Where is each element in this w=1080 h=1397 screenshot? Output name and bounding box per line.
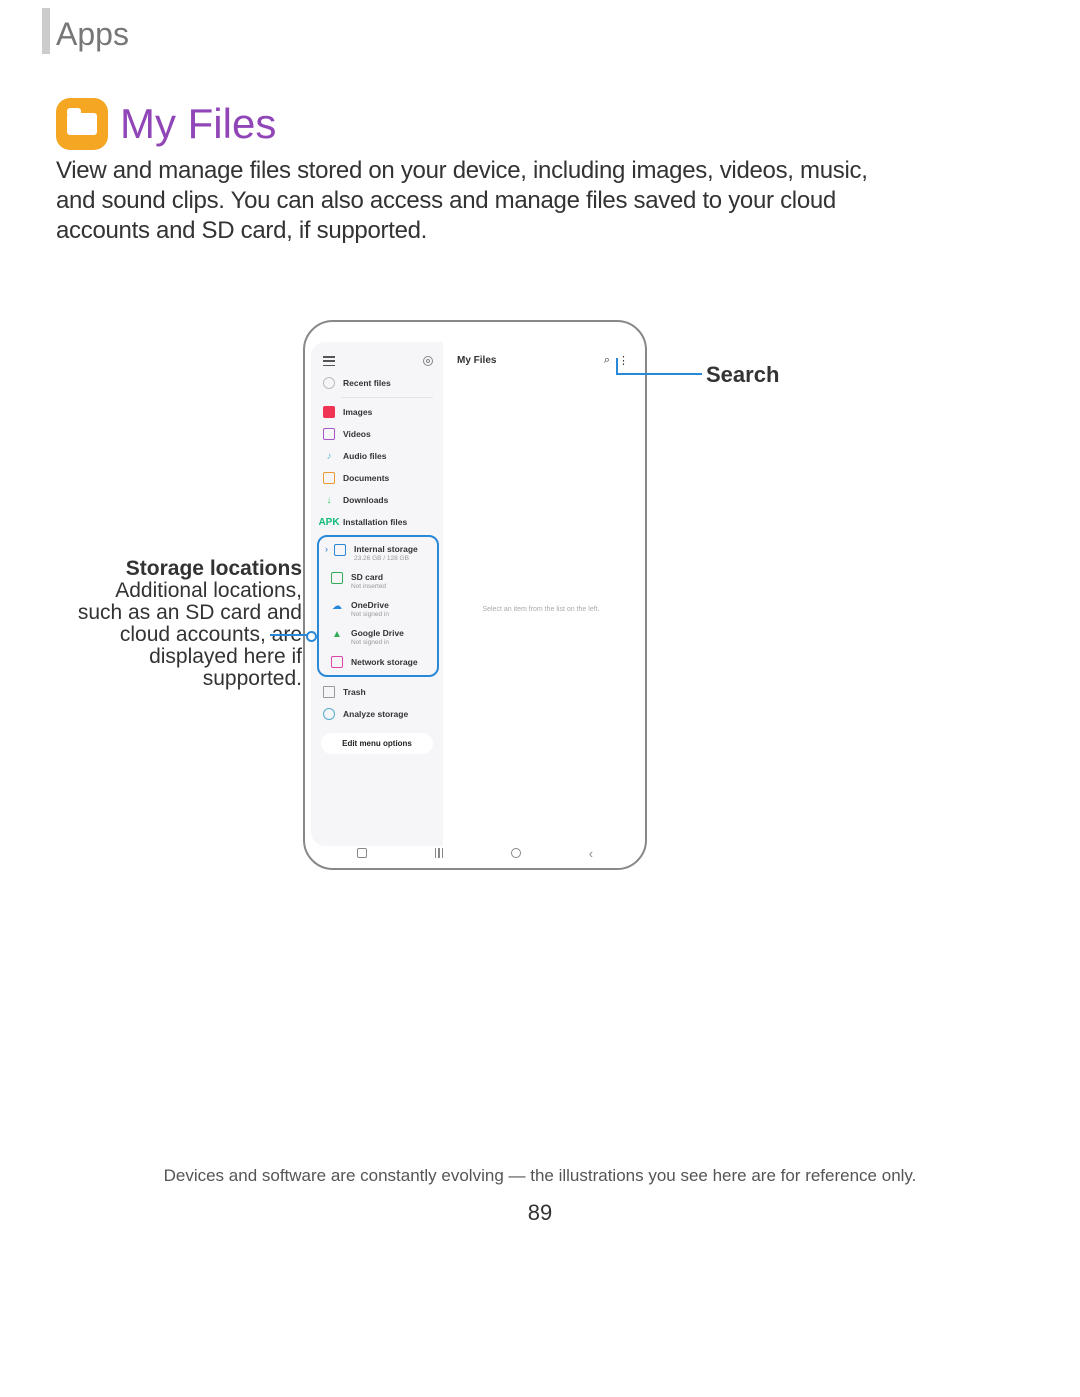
storage-network[interactable]: Network storage [319, 651, 437, 673]
storage-locations-box: › Internal storage 23.26 GB / 128 GB SD … [317, 535, 439, 677]
main-top-bar: My Files ⌕ ⋮ [443, 352, 639, 373]
menu-icon[interactable] [323, 356, 335, 366]
onedrive-icon: ☁ [331, 600, 343, 612]
storage-sd[interactable]: SD card Not inserted [319, 567, 437, 595]
storage-label: SD card [351, 572, 386, 582]
callout-line [616, 358, 702, 375]
page-description: View and manage files stored on your dev… [56, 156, 896, 246]
device-nav-bar: ‹ [323, 844, 627, 862]
sidebar-label: Audio files [343, 451, 386, 461]
sidebar-top-bar [311, 352, 443, 372]
videos-icon [323, 428, 335, 440]
divider [341, 397, 433, 398]
clock-icon [323, 377, 335, 389]
storage-internal[interactable]: › Internal storage 23.26 GB / 128 GB [319, 539, 437, 567]
storage-sub: 23.26 GB / 128 GB [354, 555, 418, 562]
my-files-app-icon [56, 98, 108, 150]
downloads-icon: ↓ [323, 494, 335, 506]
nav-back-icon[interactable]: ‹ [589, 846, 593, 861]
storage-label: Google Drive [351, 628, 404, 638]
sd-card-icon [331, 572, 343, 584]
callout-storage-line [270, 634, 312, 636]
section-header: Apps [42, 14, 129, 54]
storage-onedrive[interactable]: ☁ OneDrive Not signed in [319, 595, 437, 623]
storage-label: Network storage [351, 657, 418, 667]
google-drive-icon: ▲ [331, 628, 343, 640]
sidebar-item-installation[interactable]: APK Installation files [311, 511, 443, 533]
sidebar-item-trash[interactable]: Trash [311, 681, 443, 703]
sidebar-label: Analyze storage [343, 709, 408, 719]
sidebar-item-audio[interactable]: ♪ Audio files [311, 445, 443, 467]
chevron-right-icon: › [325, 544, 328, 554]
sidebar-label: Downloads [343, 495, 388, 505]
phone-icon [334, 544, 346, 556]
edit-menu-button[interactable]: Edit menu options [321, 733, 433, 754]
main-panel: My Files ⌕ ⋮ Select an item from the lis… [443, 342, 639, 846]
footer-note: Devices and software are constantly evol… [0, 1166, 1080, 1186]
callout-search-label: Search [706, 362, 779, 388]
section-header-label: Apps [56, 16, 129, 53]
network-storage-icon [331, 656, 343, 668]
section-header-bar [42, 8, 50, 54]
main-title: My Files [457, 355, 496, 366]
images-icon [323, 406, 335, 418]
search-icon[interactable]: ⌕ [604, 354, 610, 367]
sidebar-label: Installation files [343, 517, 407, 527]
sidebar-label: Videos [343, 429, 371, 439]
empty-state-text: Select an item from the list on the left… [443, 373, 639, 846]
page-heading: My Files [56, 98, 276, 150]
storage-gdrive[interactable]: ▲ Google Drive Not signed in [319, 623, 437, 651]
sidebar-item-analyze[interactable]: Analyze storage [311, 703, 443, 725]
storage-label: OneDrive [351, 600, 389, 610]
sidebar-label: Trash [343, 687, 366, 697]
settings-icon[interactable] [423, 356, 433, 366]
sidebar-item-images[interactable]: Images [311, 401, 443, 423]
sidebar-item-documents[interactable]: Documents [311, 467, 443, 489]
sidebar-label: Images [343, 407, 372, 417]
documents-icon [323, 472, 335, 484]
trash-icon [323, 686, 335, 698]
device-screen: Recent files Images Videos ♪ Audio files… [311, 342, 639, 846]
sidebar-item-downloads[interactable]: ↓ Downloads [311, 489, 443, 511]
apk-icon: APK [323, 516, 335, 528]
callout-storage: Storage locations Additional locations, … [72, 558, 302, 690]
sidebar: Recent files Images Videos ♪ Audio files… [311, 342, 443, 846]
callout-storage-head: Storage locations [72, 558, 302, 580]
page-title: My Files [120, 100, 276, 148]
nav-home-icon[interactable] [511, 848, 521, 858]
device-frame: Recent files Images Videos ♪ Audio files… [303, 320, 647, 870]
page-number: 89 [0, 1200, 1080, 1226]
nav-recents-alt-icon[interactable] [435, 848, 444, 858]
sidebar-item-recent[interactable]: Recent files [311, 372, 443, 394]
storage-sub: Not inserted [351, 583, 386, 590]
callout-storage-body: Additional locations, such as an SD card… [72, 580, 302, 690]
storage-sub: Not signed in [351, 639, 404, 646]
sidebar-label: Documents [343, 473, 389, 483]
storage-label: Internal storage [354, 544, 418, 554]
storage-sub: Not signed in [351, 611, 389, 618]
folder-icon [67, 113, 97, 135]
sidebar-item-videos[interactable]: Videos [311, 423, 443, 445]
audio-icon: ♪ [323, 450, 335, 462]
nav-recents-icon[interactable] [357, 848, 367, 858]
sidebar-label: Recent files [343, 378, 391, 388]
analyze-icon [323, 708, 335, 720]
